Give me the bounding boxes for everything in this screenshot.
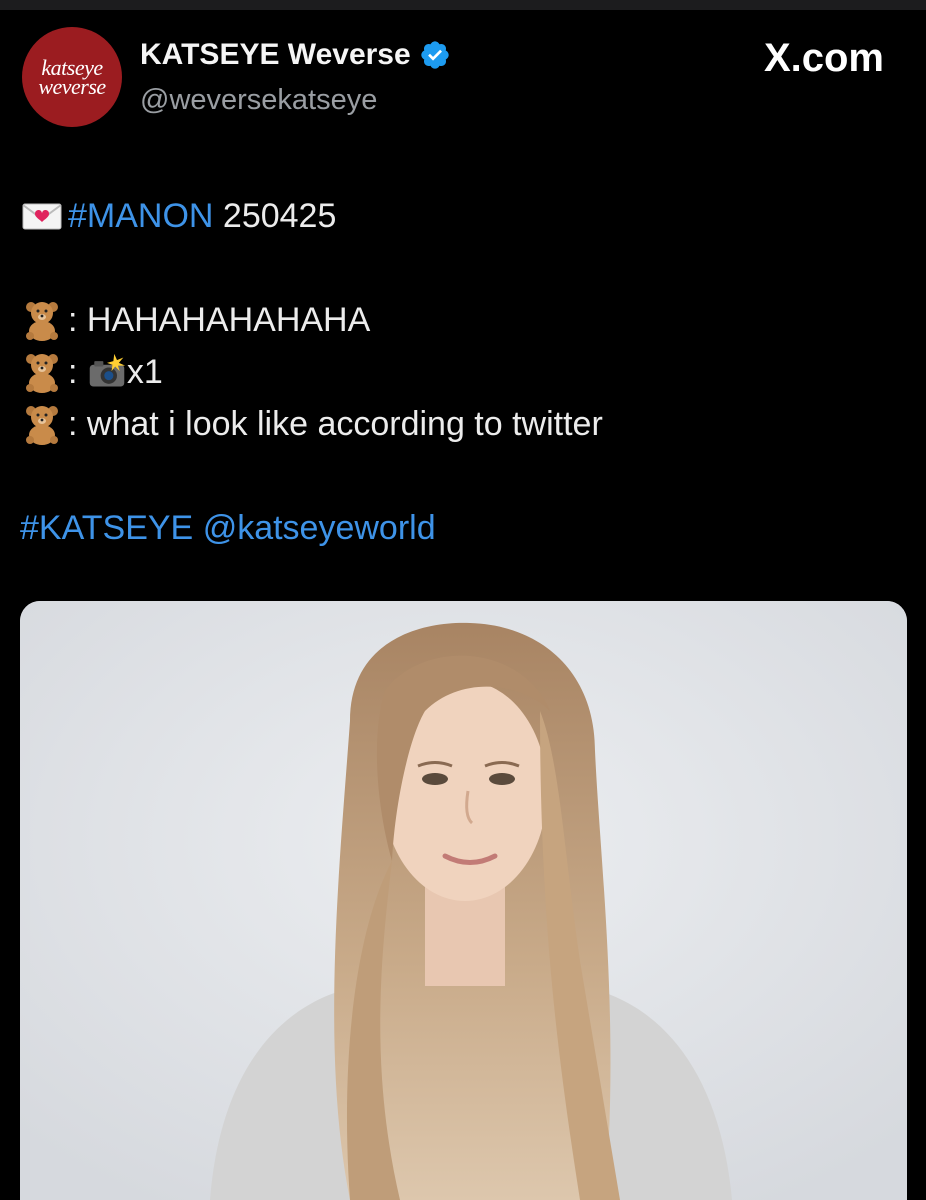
tweet-line-2-text: x1 bbox=[126, 353, 163, 391]
x-watermark: X.com bbox=[764, 36, 884, 81]
avatar-logo-line2: weverse bbox=[38, 74, 106, 99]
tweet-footer-tags: #KATSEYE @katseyeworld bbox=[20, 502, 603, 554]
teddy-bear-icon bbox=[26, 302, 58, 341]
date-code: 250425 bbox=[213, 197, 337, 235]
display-name[interactable]: KATSEYE Weverse bbox=[140, 38, 411, 72]
tweet-line-3-text: : what i look like according to twitter bbox=[68, 405, 603, 443]
love-letter-icon bbox=[22, 203, 62, 230]
camera-with-flash-icon bbox=[89, 353, 126, 387]
tweet-line-title: #MANON 250425 bbox=[20, 190, 603, 242]
tweet-line-3: : what i look like according to twitter bbox=[20, 398, 603, 450]
tweet-line-1: : HAHAHAHAHAHA bbox=[20, 294, 603, 346]
author-name-row: KATSEYE Weverse bbox=[140, 38, 451, 72]
teddy-bear-icon bbox=[26, 354, 58, 393]
x-watermark-text: X.com bbox=[763, 36, 884, 80]
tweet-line-2-prefix: : bbox=[68, 353, 87, 391]
portrait-illustration bbox=[20, 601, 907, 1200]
top-status-strip bbox=[0, 0, 926, 10]
mention-katseyeworld[interactable]: @katseyeworld bbox=[203, 502, 436, 554]
tweet-body: #MANON 250425 : HAHAHAHAHAHA : x1: what… bbox=[20, 190, 603, 554]
tweet-photo[interactable] bbox=[20, 601, 907, 1200]
tweet-line-1-text: : HAHAHAHAHAHA bbox=[68, 301, 371, 339]
hashtag-manon[interactable]: #MANON bbox=[68, 190, 213, 242]
hashtag-katseye[interactable]: #KATSEYE bbox=[20, 502, 193, 554]
teddy-bear-icon bbox=[26, 406, 58, 445]
avatar[interactable]: katseye weverse bbox=[22, 27, 122, 127]
tweet-line-2: : x1 bbox=[20, 346, 603, 398]
author-handle[interactable]: @weversekatseye bbox=[140, 84, 377, 117]
verified-badge-icon bbox=[421, 41, 449, 69]
